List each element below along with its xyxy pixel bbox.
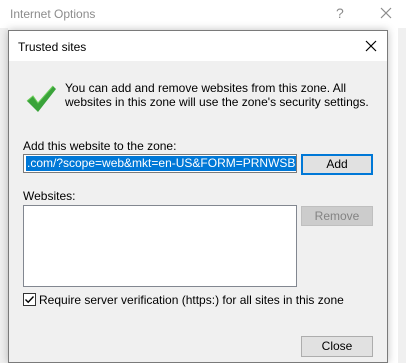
url-input-value: .com/?scope=web&mkt=en-US&FORM=PRNWSB	[26, 156, 296, 171]
parent-window-right-edge	[398, 28, 406, 363]
close-icon[interactable]	[363, 38, 379, 54]
add-button[interactable]: Add	[301, 154, 373, 175]
require-verification-checkbox[interactable]	[23, 293, 36, 306]
trusted-sites-dialog: Trusted sites You can add and remove web…	[8, 30, 388, 363]
close-button[interactable]: Close	[301, 336, 373, 357]
parent-close-icon[interactable]	[378, 5, 394, 21]
require-verification-label[interactable]: Require server verification (https:) for…	[39, 293, 344, 307]
dialog-title: Trusted sites	[18, 40, 87, 54]
websites-list[interactable]	[23, 205, 297, 287]
help-button[interactable]: ?	[336, 5, 344, 21]
zone-info-text: You can add and remove websites from thi…	[65, 81, 369, 109]
website-url-input[interactable]: .com/?scope=web&mkt=en-US&FORM=PRNWSB	[23, 154, 297, 173]
add-website-label: Add this website to the zone:	[23, 139, 177, 153]
green-check-icon	[25, 83, 57, 115]
websites-label: Websites:	[23, 189, 76, 203]
remove-button[interactable]: Remove	[301, 206, 373, 226]
parent-window-title: Internet Options	[10, 7, 96, 21]
dialog-titlebar: Trusted sites	[9, 31, 387, 61]
parent-window-left-edge	[0, 28, 8, 363]
